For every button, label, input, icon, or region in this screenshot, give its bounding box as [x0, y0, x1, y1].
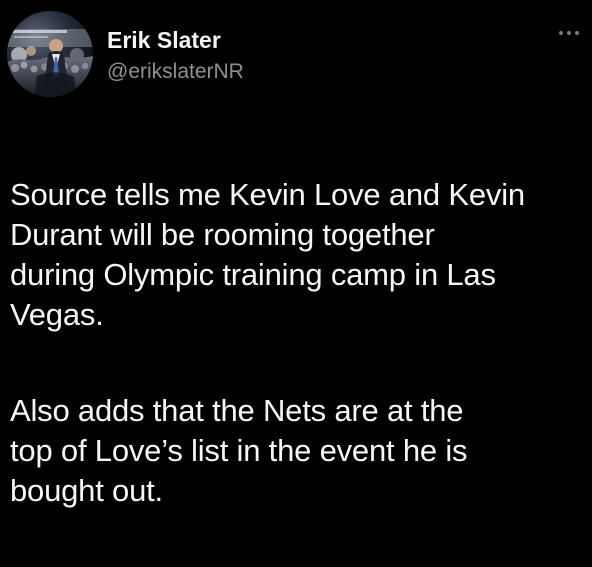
tweet-card: Erik Slater @erikslaterNR Source tells m… — [0, 0, 592, 526]
tweet-header: Erik Slater @erikslaterNR — [0, 0, 592, 110]
tweet-paragraph-1: Source tells me Kevin Love and Kevin Dur… — [10, 177, 525, 332]
more-options-icon — [567, 31, 571, 35]
more-options-icon — [575, 31, 579, 35]
tweet-paragraph-2: Also adds that the Nets are at the top o… — [10, 393, 468, 508]
tweet-text: Source tells me Kevin Love and Kevin Dur… — [10, 135, 585, 567]
author-display-name[interactable]: Erik Slater — [107, 27, 221, 53]
more-options-icon — [559, 31, 563, 35]
more-options-button[interactable] — [554, 24, 584, 42]
avatar[interactable] — [7, 11, 93, 97]
profile-photo-icon — [7, 11, 93, 97]
author-handle[interactable]: @erikslaterNR — [107, 60, 244, 84]
